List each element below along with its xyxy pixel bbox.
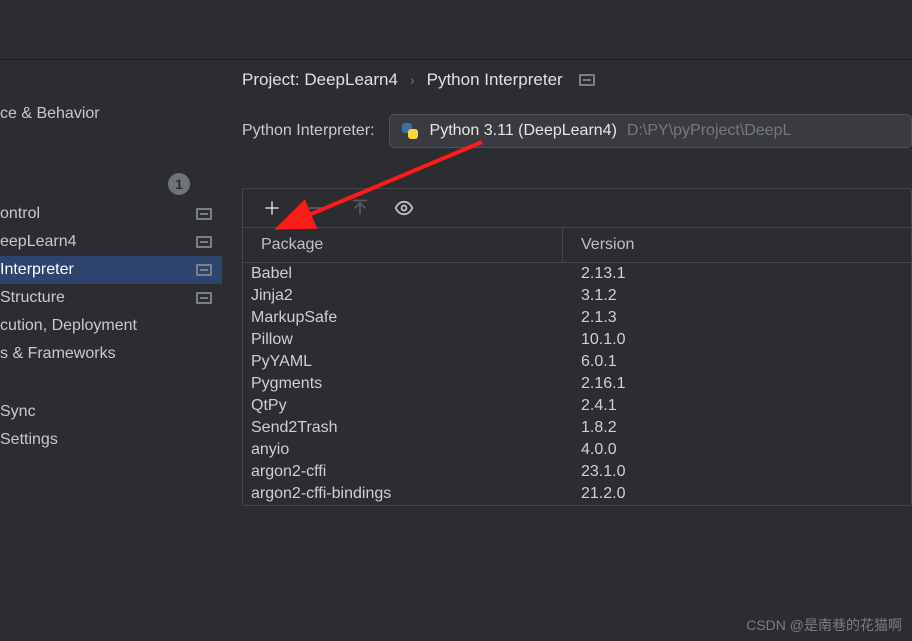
breadcrumb-project-prefix: Project: [242, 70, 300, 89]
show-early-releases-button[interactable] [393, 197, 415, 219]
sidebar-item-settings-sync[interactable]: Sync [0, 398, 222, 426]
watermark: CSDN @是南巷的花猫啊 [746, 615, 902, 635]
sidebar-item-project[interactable]: eepLearn4 [0, 228, 222, 256]
package-version: 1.8.2 [563, 419, 911, 437]
package-version: 2.13.1 [563, 265, 911, 283]
breadcrumb: Project: DeepLearn4 › Python Interpreter [242, 66, 912, 114]
sidebar-item-advanced-settings[interactable]: Settings [0, 426, 222, 454]
table-row[interactable]: Send2Trash1.8.2 [243, 417, 911, 439]
sidebar-item-label: ce & Behavior [0, 105, 100, 123]
content-pane: Project: DeepLearn4 › Python Interpreter… [242, 60, 912, 641]
python-icon [400, 121, 420, 141]
sidebar-item-label: eepLearn4 [0, 233, 77, 251]
package-version: 21.2.0 [563, 485, 911, 503]
sidebar-item-label: Sync [0, 403, 36, 421]
sidebar-item-build-exec-deploy[interactable]: cution, Deployment [0, 312, 222, 340]
package-name: anyio [243, 441, 563, 459]
packages-table-body: Babel2.13.1Jinja23.1.2MarkupSafe2.1.3Pil… [243, 263, 911, 505]
package-name: PyYAML [243, 353, 563, 371]
table-row[interactable]: Jinja23.1.2 [243, 285, 911, 307]
table-row[interactable]: Babel2.13.1 [243, 263, 911, 285]
interpreter-name: Python 3.11 (DeepLearn4) [430, 122, 617, 140]
column-package[interactable]: Package [243, 228, 563, 262]
package-name: argon2-cffi [243, 463, 563, 481]
package-name: Pygments [243, 375, 563, 393]
sidebar-item-appearance-behavior[interactable]: ce & Behavior [0, 100, 222, 128]
badge-count: 1 [168, 173, 190, 195]
package-name: QtPy [243, 397, 563, 415]
packages-table-header: Package Version [243, 227, 911, 263]
packages-panel: Package Version Babel2.13.1Jinja23.1.2Ma… [242, 188, 912, 506]
chevron-right-icon: › [410, 72, 415, 88]
table-row[interactable]: Pillow10.1.0 [243, 329, 911, 351]
package-version: 2.1.3 [563, 309, 911, 327]
package-version: 10.1.0 [563, 331, 911, 349]
package-name: MarkupSafe [243, 309, 563, 327]
upgrade-package-button[interactable] [349, 197, 371, 219]
table-row[interactable]: anyio4.0.0 [243, 439, 911, 461]
breadcrumb-project-name: DeepLearn4 [304, 70, 398, 89]
interpreter-row: Python Interpreter: Python 3.11 (DeepLea… [242, 114, 912, 148]
sidebar-item-languages-frameworks[interactable]: s & Frameworks [0, 340, 222, 368]
sidebar-item-project-structure[interactable]: Structure [0, 284, 222, 312]
sidebar-item-label: Structure [0, 289, 65, 307]
top-bar [0, 0, 912, 60]
package-version: 3.1.2 [563, 287, 911, 305]
settings-sidebar: ce & Behavior 1 ontrol eepLearn4 Interpr… [0, 100, 222, 641]
package-version: 23.1.0 [563, 463, 911, 481]
interpreter-label: Python Interpreter: [242, 122, 375, 140]
table-row[interactable]: Pygments2.16.1 [243, 373, 911, 395]
breadcrumb-page: Python Interpreter [427, 70, 563, 90]
packages-toolbar [243, 189, 911, 227]
table-row[interactable]: PyYAML6.0.1 [243, 351, 911, 373]
table-row[interactable]: argon2-cffi23.1.0 [243, 461, 911, 483]
package-version: 2.4.1 [563, 397, 911, 415]
project-scope-icon [196, 292, 212, 304]
sidebar-item-label: Interpreter [0, 261, 74, 279]
project-scope-icon [579, 74, 595, 86]
sidebar-item-keymap[interactable]: 1 [0, 168, 222, 200]
package-version: 6.0.1 [563, 353, 911, 371]
sidebar-item-label: ontrol [0, 205, 40, 223]
package-version: 2.16.1 [563, 375, 911, 393]
add-package-button[interactable] [261, 197, 283, 219]
sidebar-item-label: s & Frameworks [0, 345, 116, 363]
package-name: Send2Trash [243, 419, 563, 437]
breadcrumb-project[interactable]: Project: DeepLearn4 [242, 70, 398, 90]
package-version: 4.0.0 [563, 441, 911, 459]
column-version[interactable]: Version [563, 228, 911, 262]
project-scope-icon [196, 264, 212, 276]
sidebar-item-version-control[interactable]: ontrol [0, 200, 222, 228]
interpreter-dropdown[interactable]: Python 3.11 (DeepLearn4) D:\PY\pyProject… [389, 114, 912, 148]
interpreter-path: D:\PY\pyProject\DeepL [627, 122, 792, 140]
project-scope-icon [196, 236, 212, 248]
sidebar-item-label: cution, Deployment [0, 317, 137, 335]
project-scope-icon [196, 208, 212, 220]
package-name: Jinja2 [243, 287, 563, 305]
table-row[interactable]: QtPy2.4.1 [243, 395, 911, 417]
sidebar-item-label: Settings [0, 431, 58, 449]
table-row[interactable]: MarkupSafe2.1.3 [243, 307, 911, 329]
package-name: Babel [243, 265, 563, 283]
package-name: Pillow [243, 331, 563, 349]
table-row[interactable]: argon2-cffi-bindings21.2.0 [243, 483, 911, 505]
sidebar-item-python-interpreter[interactable]: Interpreter [0, 256, 222, 284]
package-name: argon2-cffi-bindings [243, 485, 563, 503]
remove-package-button[interactable] [305, 197, 327, 219]
